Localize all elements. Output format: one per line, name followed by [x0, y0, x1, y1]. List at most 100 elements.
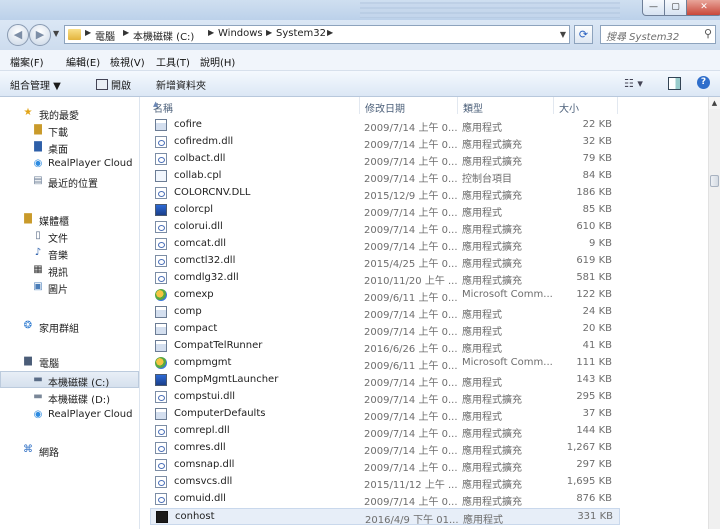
file-row[interactable]: comctl32.dll 2015/4/25 上午 0... 應用程式擴充 619 K… [150, 253, 620, 270]
file-row[interactable]: collab.cpl 2009/7/14 上午 0... 控制台項目 84 KB [150, 168, 620, 185]
file-row[interactable]: conhost 2016/4/9 下午 01... 應用程式 331 KB [150, 508, 620, 526]
nav-pictures[interactable]: ▣ 圖片 [0, 279, 139, 296]
file-row[interactable]: compact 2009/7/14 上午 0... 應用程式 20 KB [150, 321, 620, 338]
file-row[interactable]: compstui.dll 2009/7/14 上午 0... 應用程式擴充 295 K… [150, 389, 620, 406]
nav-libraries[interactable]: ▇ 媒體櫃 [0, 211, 139, 228]
nav-computer-realplayer-cloud[interactable]: ◉ RealPlayer Cloud [0, 407, 139, 424]
address-dropdown-icon[interactable]: ▼ [560, 30, 566, 39]
help-icon[interactable]: ? [697, 76, 710, 89]
file-name: comdlg32.dll [174, 272, 239, 283]
dll-file-icon [155, 391, 167, 403]
chevron-right-icon[interactable]: ▶ [208, 28, 214, 37]
file-row[interactable]: comdlg32.dll 2010/11/20 上午 ... 應用程式擴充 581 K… [150, 270, 620, 287]
computer-icon: ▆ [24, 355, 32, 366]
close-button[interactable]: ✕ [686, 0, 720, 16]
chevron-right-icon[interactable]: ▶ [266, 28, 272, 37]
file-size: 111 KB [576, 357, 612, 368]
chevron-right-icon[interactable]: ▶ [327, 28, 333, 37]
breadcrumb-windows[interactable]: Windows [218, 28, 263, 39]
scroll-thumb[interactable] [710, 175, 719, 187]
view-options-icon[interactable]: ☷ ▾ [624, 77, 643, 90]
nav-music[interactable]: ♪ 音樂 [0, 245, 139, 262]
file-row[interactable]: comp 2009/7/14 上午 0... 應用程式 24 KB [150, 304, 620, 321]
recent-pages-dropdown[interactable]: ▼ [53, 29, 59, 38]
file-date: 2009/7/14 上午 0... [364, 378, 458, 389]
organize-button[interactable]: 組合管理 ▼ [10, 77, 61, 92]
scroll-up-icon[interactable]: ▲ [709, 97, 720, 109]
hard-drive-icon: ▬ [33, 374, 43, 385]
file-size: 610 KB [576, 221, 612, 232]
breadcrumb-drive-c[interactable]: 本機磁碟 (C:) [133, 28, 194, 43]
preview-pane-icon[interactable] [668, 77, 681, 90]
nav-downloads[interactable]: ▇ 下載 [0, 122, 139, 139]
file-name: comrepl.dll [174, 425, 230, 436]
file-row[interactable]: comexp 2009/6/11 上午 0... Microsoft Comm...… [150, 287, 620, 304]
nav-drive-d[interactable]: ▬ 本機磁碟 (D:) [0, 389, 139, 406]
desktop-icon: ▇ [34, 141, 42, 152]
column-header-type[interactable]: 類型 [458, 97, 554, 115]
file-size: 20 KB [582, 323, 612, 334]
file-row[interactable]: comres.dll 2009/7/14 上午 0... 應用程式擴充 1,267 K… [150, 440, 620, 457]
file-type: 應用程式擴充 [462, 463, 522, 474]
application-icon [155, 323, 167, 335]
file-row[interactable]: COLORCNV.DLL 2015/12/9 上午 0... 應用程式擴充 186 K… [150, 185, 620, 202]
file-row[interactable]: cofiredm.dll 2009/7/14 上午 0... 應用程式擴充 32 KB [150, 134, 620, 151]
column-header-name[interactable]: 名稱 ▲ [148, 97, 360, 115]
file-date: 2009/7/14 上午 0... [364, 123, 458, 134]
breadcrumb-system32[interactable]: System32 [276, 28, 326, 39]
nav-drive-c[interactable]: ▬ 本機磁碟 (C:) [0, 371, 139, 389]
maximize-button[interactable]: ▢ [664, 0, 687, 16]
chevron-right-icon[interactable]: ▶ [123, 28, 129, 37]
file-row[interactable]: comrepl.dll 2009/7/14 上午 0... 應用程式擴充 144 KB [150, 423, 620, 440]
dll-file-icon [155, 238, 167, 250]
minimize-button[interactable]: — [642, 0, 665, 16]
file-row[interactable]: colorui.dll 2009/7/14 上午 0... 應用程式擴充 610 KB [150, 219, 620, 236]
back-button[interactable]: ◀ [7, 24, 29, 46]
chevron-right-icon[interactable]: ▶ [85, 28, 91, 37]
address-bar[interactable]: ▶ 電腦 ▶ 本機磁碟 (C:) ▶ Windows ▶ System32 ▶ … [64, 25, 570, 44]
file-row[interactable]: compmgmt 2009/6/11 上午 0... Microsoft Comm.… [150, 355, 620, 372]
nav-desktop[interactable]: ▇ 桌面 [0, 139, 139, 156]
vertical-scrollbar[interactable]: ▲ [708, 97, 720, 529]
column-header-date[interactable]: 修改日期 [360, 97, 458, 115]
file-row[interactable]: comuid.dll 2009/7/14 上午 0... 應用程式擴充 876 KB [150, 491, 620, 508]
file-row[interactable]: colbact.dll 2009/7/14 上午 0... 應用程式擴充 79 KB [150, 151, 620, 168]
file-size: 144 KB [576, 425, 612, 436]
search-icon[interactable]: ⚲ [704, 27, 712, 40]
file-size: 1,267 KB [566, 442, 612, 453]
nav-favorites[interactable]: ★ 我的最愛 [0, 105, 139, 122]
menu-tools[interactable]: 工具(T) [156, 54, 190, 69]
file-row[interactable]: CompatTelRunner 2016/6/26 上午 0... 應用程式 41 K… [150, 338, 620, 355]
file-row[interactable]: comsvcs.dll 2015/11/12 上午 ... 應用程式擴充 1,695 … [150, 474, 620, 491]
nav-documents[interactable]: ▯ 文件 [0, 228, 139, 245]
file-row[interactable]: cofire 2009/7/14 上午 0... 應用程式 22 KB [150, 117, 620, 134]
file-row[interactable]: colorcpl 2009/7/14 上午 0... 應用程式 85 KB [150, 202, 620, 219]
breadcrumb-computer[interactable]: 電腦 [95, 28, 115, 43]
open-button[interactable]: 開啟 [96, 77, 131, 92]
file-row[interactable]: comsnap.dll 2009/7/14 上午 0... 應用程式擴充 297 KB [150, 457, 620, 474]
forward-button[interactable]: ▶ [29, 24, 51, 46]
application-icon [155, 204, 167, 216]
nav-drive-d-label: 本機磁碟 (D:) [48, 395, 111, 406]
refresh-button[interactable]: ⟳ [574, 25, 593, 44]
file-size: 84 KB [582, 170, 612, 181]
nav-videos[interactable]: ▦ 視訊 [0, 262, 139, 279]
file-row[interactable]: comcat.dll 2009/7/14 上午 0... 應用程式擴充 9 KB [150, 236, 620, 253]
menu-edit[interactable]: 編輯(E) [66, 54, 100, 69]
menu-file[interactable]: 檔案(F) [10, 54, 44, 69]
nav-drive-c-label: 本機磁碟 (C:) [48, 378, 110, 389]
dll-file-icon [155, 493, 167, 505]
nav-homegroup[interactable]: ❂ 家用群組 [0, 318, 139, 335]
nav-recent-places[interactable]: ▤ 最近的位置 [0, 173, 139, 190]
nav-computer[interactable]: ▆ 電腦 [0, 353, 139, 370]
file-row[interactable]: ComputerDefaults 2009/7/14 上午 0... 應用程式 37 … [150, 406, 620, 423]
menu-help[interactable]: 說明(H) [200, 54, 235, 69]
file-type: 應用程式擴充 [462, 140, 522, 151]
search-box[interactable]: 搜尋 System32 ⚲ [600, 25, 716, 44]
file-row[interactable]: CompMgmtLauncher 2009/7/14 上午 0... 應用程式 143… [150, 372, 620, 389]
nav-network[interactable]: ⌘ 網路 [0, 442, 139, 459]
new-folder-button[interactable]: 新增資料夾 [156, 77, 206, 92]
menu-view[interactable]: 檢視(V) [110, 54, 145, 69]
nav-realplayer-cloud[interactable]: ◉ RealPlayer Cloud [0, 156, 139, 173]
column-header-size[interactable]: 大小 [554, 97, 618, 115]
